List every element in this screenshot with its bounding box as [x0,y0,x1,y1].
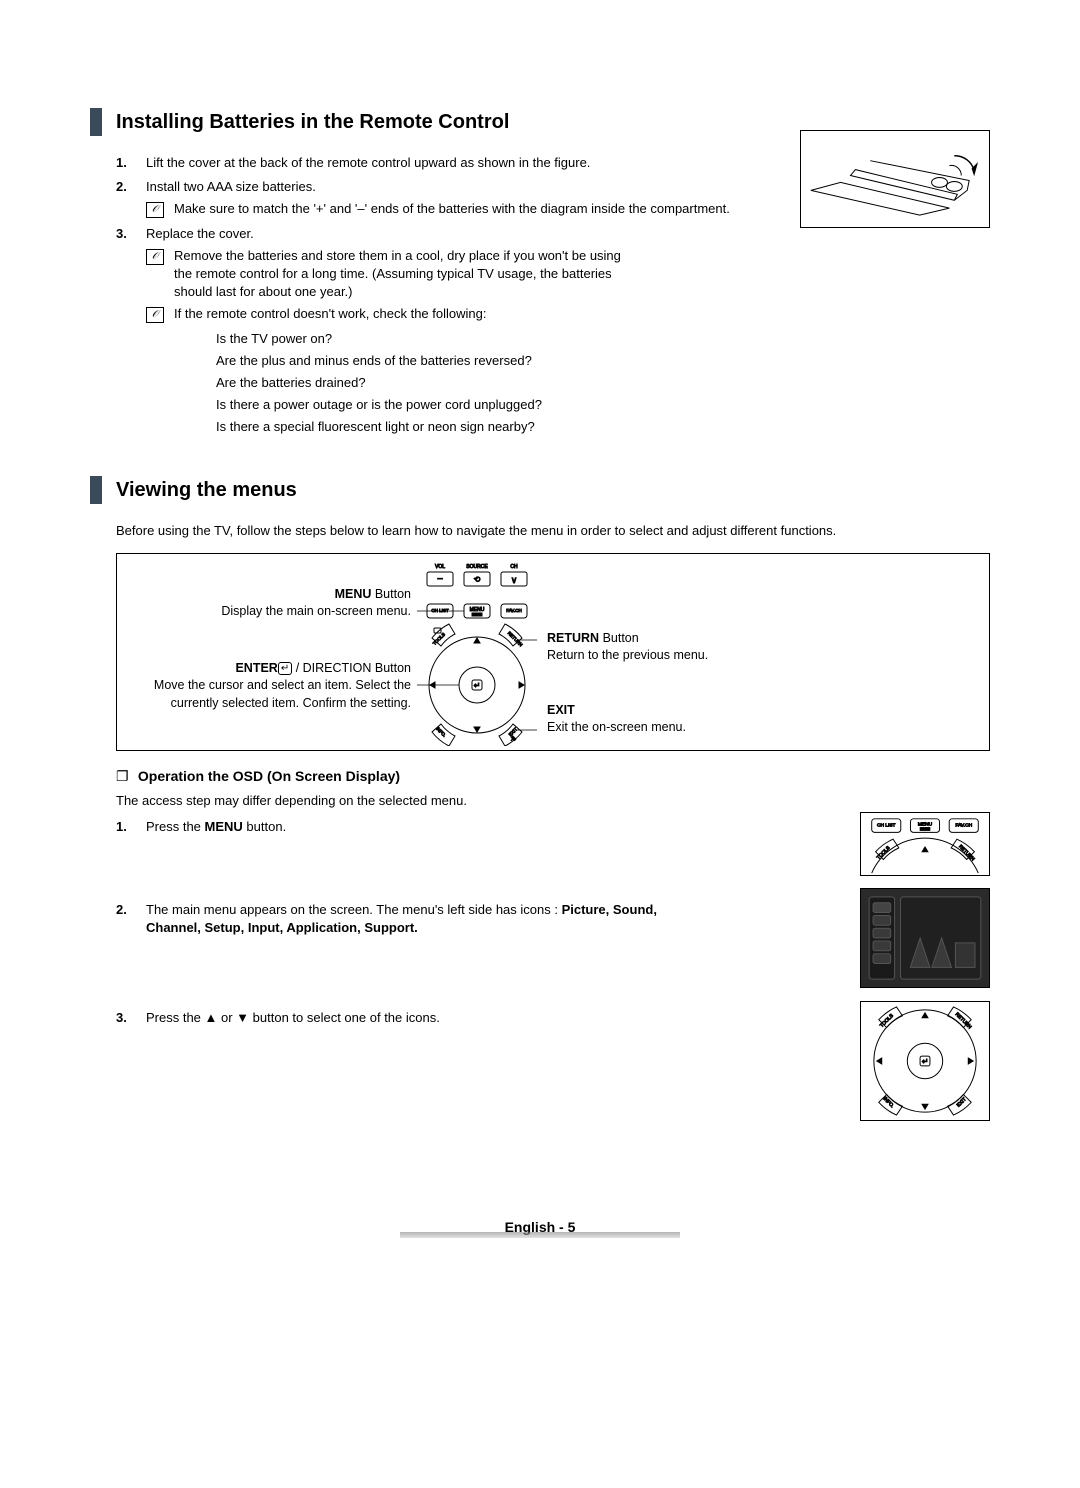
section-title-text: Viewing the menus [116,476,297,504]
svg-text:−: − [437,574,443,585]
list-number: 1. [116,154,146,172]
remote-battery-illustration [801,131,989,228]
side-figure-3: ↵ TOOLS RETURN INFO. EXIT [860,1001,990,1121]
note-icon: 𝒪 [146,307,164,323]
list-number: 1. [116,818,146,836]
svg-text:∨: ∨ [511,575,518,585]
check-item: Is there a special fluorescent light or … [216,418,990,436]
title-accent-bar [90,108,102,136]
osd-heading: ❐ Operation the OSD (On Screen Display) [116,767,990,787]
section-title-menus: Viewing the menus [90,476,990,504]
svg-text:VOL: VOL [435,564,445,570]
note-icon: 𝒪 [146,249,164,265]
svg-text:CH LIST: CH LIST [877,823,896,829]
note-row: 𝒪 If the remote control doesn't work, ch… [146,305,990,323]
list-item: 3. Replace the cover. 𝒪 Remove the batte… [116,225,990,324]
svg-text:⟲: ⟲ [474,575,481,584]
osd-step: 2. The main menu appears on the screen. … [116,901,666,937]
svg-text:-▮: -▮ [509,735,517,743]
step-text: Press the [146,819,205,834]
list-number: 2. [116,178,146,218]
remote-diagram: MENU Button Display the main on-screen m… [116,553,990,751]
enter-desc: Move the cursor and select an item. Sele… [121,677,411,712]
note-icon: 𝒪 [146,202,164,218]
svg-text:↵: ↵ [922,1057,929,1066]
page-shadow [400,1232,680,1238]
check-item: Are the batteries drained? [216,374,990,392]
figure-remote-battery [800,130,990,228]
side-figure-2 [860,888,990,988]
check-item: Are the plus and minus ends of the batte… [216,352,990,370]
osd-access-text: The access step may differ depending on … [116,792,990,810]
menu-label: MENU [335,587,372,601]
list-number: 2. [116,901,146,937]
side-figure-1: CH LIST MENU FAV.CH TOOLS RETURN [860,812,990,876]
osd-heading-text: Operation the OSD (On Screen Display) [138,768,400,784]
osd-step: 1. Press the MENU button. [116,818,666,836]
svg-text:FAV.CH: FAV.CH [955,823,972,829]
check-item: Is the TV power on? [216,330,990,348]
osd-step: 3. Press the ▲ or ▼ button to select one… [116,1009,666,1027]
list-number: 3. [116,1009,146,1027]
check-item: Is there a power outage or is the power … [216,396,990,414]
step-text-bold: MENU [205,819,243,834]
note-text: If the remote control doesn't work, chec… [174,305,486,323]
note-row: 𝒪 Remove the batteries and store them in… [146,247,636,302]
return-label: RETURN [547,631,599,645]
enter-icon: ↵ [278,662,292,675]
step-text: button. [243,819,286,834]
menu-desc: Display the main on-screen menu. [121,603,411,621]
section-title-text: Installing Batteries in the Remote Contr… [116,108,509,136]
menu-label-suffix: Button [371,587,411,601]
title-accent-bar [90,476,102,504]
enter-label: ENTER [235,661,277,675]
remote-illustration: VOL − SOURCE ⟲ CH ∨ CH LIST MENU FAV.CH ↵ [417,560,537,746]
step-text: The main menu appears on the screen. The… [146,902,562,917]
square-bullet-icon: ❐ [116,767,134,787]
svg-text:↵: ↵ [474,681,481,690]
enter-label-suffix: / DIRECTION Button [292,661,411,675]
svg-text:EXIT: EXIT [956,1097,968,1109]
svg-text:CH LIST: CH LIST [431,608,449,613]
svg-text:MENU: MENU [918,822,933,828]
intro-text: Before using the TV, follow the steps be… [116,522,990,540]
step-text: Press the ▲ or ▼ button to select one of… [146,1010,440,1025]
return-desc: Return to the previous menu. [547,647,797,665]
svg-text:SOURCE: SOURCE [466,564,488,570]
list-number: 3. [116,225,146,324]
return-label-suffix: Button [599,631,639,645]
svg-text:INFO.: INFO. [435,726,447,738]
svg-text:FAV.CH: FAV.CH [506,608,522,613]
svg-text:CH: CH [510,564,518,570]
exit-label: EXIT [547,703,575,717]
svg-text:MENU: MENU [470,607,485,613]
note-text: Make sure to match the '+' and '–' ends … [174,200,730,218]
note-text: Remove the batteries and store them in a… [174,247,636,302]
exit-desc: Exit the on-screen menu. [547,719,797,737]
